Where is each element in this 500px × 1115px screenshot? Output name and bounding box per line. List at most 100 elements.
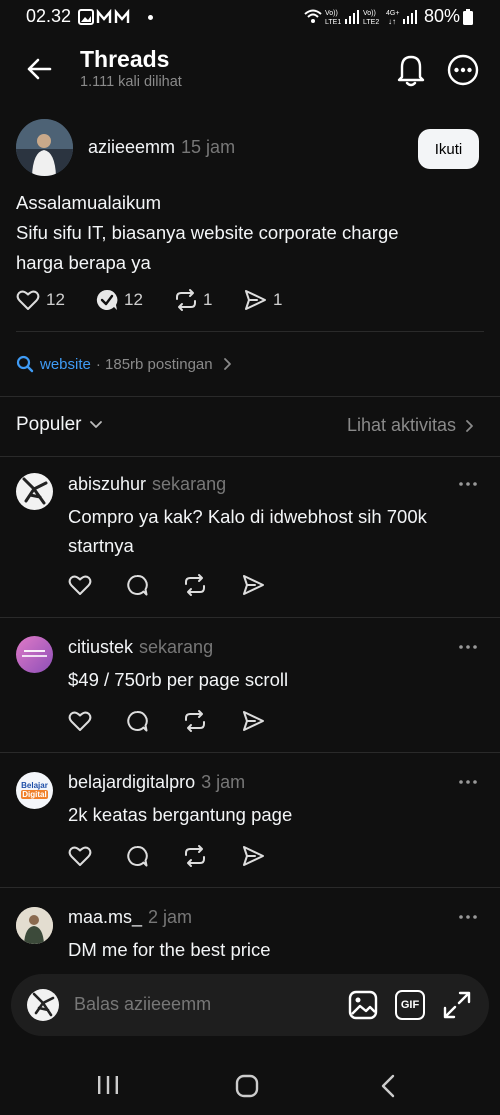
reply-time: sekarang: [152, 474, 227, 494]
reply-more-button[interactable]: [458, 639, 478, 655]
heart-icon[interactable]: [68, 844, 92, 868]
image-icon[interactable]: [348, 990, 378, 1020]
notification-icons: [78, 9, 130, 25]
reply-username[interactable]: belajardigitalpro: [68, 772, 195, 792]
send-icon[interactable]: [241, 709, 265, 733]
repost-button[interactable]: 1: [173, 288, 212, 312]
topic-tag[interactable]: website · 185rb postingan: [16, 355, 236, 373]
reply-body: Compro ya kak? Kalo di idwebhost sih 700…: [68, 502, 468, 560]
reply-avatar[interactable]: [16, 473, 53, 510]
avatar-photo: [16, 119, 73, 176]
view-activity-link[interactable]: Lihat aktivitas: [347, 415, 478, 436]
post-line: Sifu sifu IT, biasanya website corporate…: [16, 222, 399, 243]
divider: [16, 331, 484, 332]
send-icon[interactable]: [241, 573, 265, 597]
post-body: Assalamualaikum Sifu sifu IT, biasanya w…: [16, 188, 399, 278]
back-button[interactable]: [24, 54, 54, 84]
send-icon[interactable]: [241, 844, 265, 868]
reply-line: 2k keatas bergantung page: [68, 804, 293, 825]
repost-icon: [176, 289, 196, 311]
reply-actions: [68, 573, 265, 597]
composer-avatar: [27, 989, 59, 1021]
comment-icon[interactable]: [125, 844, 149, 868]
svg-text:LTE1: LTE1: [325, 19, 341, 26]
reply-body: DM me for the best price: [68, 935, 468, 964]
signal-icons: Vo)) LTE1 Vo)) LTE2 4G+ ↓↑: [304, 9, 417, 26]
post-author-avatar[interactable]: [16, 119, 73, 176]
repost-icon[interactable]: [182, 844, 208, 868]
post-time: 15 jam: [181, 137, 236, 157]
more-circle-icon: [447, 54, 479, 86]
reply-time: 3 jam: [201, 772, 246, 792]
notifications-button[interactable]: [394, 52, 428, 88]
reply-more-button[interactable]: [458, 476, 478, 492]
reply-username[interactable]: abiszuhur: [68, 474, 146, 494]
follow-button[interactable]: Ikuti: [418, 129, 479, 169]
reply-actions: [68, 709, 265, 733]
reply-more-button[interactable]: [458, 909, 478, 925]
arrow-left-icon: [27, 58, 52, 80]
view-activity-label: Lihat aktivitas: [346, 415, 456, 435]
comment-icon[interactable]: [125, 573, 149, 597]
recent-apps-icon[interactable]: [96, 1074, 120, 1096]
repost-icon[interactable]: [182, 573, 208, 597]
battery-icon: [463, 9, 473, 25]
reply-time: 2 jam: [148, 907, 193, 927]
more-horizontal-icon: [459, 915, 477, 919]
reply-avatar[interactable]: Belajar Digital: [16, 772, 53, 809]
reply-composer[interactable]: Balas aziieeemm GIF: [11, 974, 489, 1036]
home-icon[interactable]: [235, 1074, 259, 1098]
avatar-logo: Belajar Digital: [21, 781, 48, 799]
heart-icon[interactable]: [68, 709, 92, 733]
more-horizontal-icon: [459, 482, 477, 486]
reply-bubble-icon: [96, 289, 118, 310]
like-count: 12: [46, 290, 65, 309]
expand-icon[interactable]: [442, 990, 472, 1020]
reply-avatar[interactable]: [16, 907, 53, 944]
repost-count: 1: [203, 290, 213, 309]
reply-more-button[interactable]: [458, 774, 478, 790]
reply-body: 2k keatas bergantung page: [68, 800, 468, 829]
view-count: 1.111 kali dilihat: [80, 74, 182, 90]
avatar-logo: [22, 477, 48, 505]
like-button[interactable]: 12: [16, 288, 65, 312]
status-bar: 02.32 Vo)) LTE1 Vo)) LTE2 4G+ ↓↑ 80%: [0, 0, 500, 34]
reply-body: $49 / 750rb per page scroll: [68, 665, 468, 694]
svg-text:4G+: 4G+: [386, 10, 399, 17]
search-icon: [16, 355, 34, 373]
svg-text:Vo)): Vo)): [363, 10, 376, 17]
divider: [0, 396, 500, 397]
reply-username[interactable]: maa.ms_: [68, 907, 142, 927]
svg-text:↓↑: ↓↑: [388, 17, 396, 26]
comment-icon[interactable]: [125, 709, 149, 733]
status-dot: [148, 15, 153, 20]
repost-icon[interactable]: [182, 709, 208, 733]
battery-level: 80%: [423, 6, 460, 26]
back-nav-icon[interactable]: [379, 1073, 397, 1099]
chevron-right-icon: [223, 358, 231, 370]
reply-avatar[interactable]: [16, 636, 53, 673]
svg-text:Vo)): Vo)): [325, 10, 338, 17]
post-line: harga berapa ya: [16, 252, 151, 273]
sort-dropdown[interactable]: Populer: [16, 414, 104, 436]
divider: [0, 617, 500, 618]
reply-username[interactable]: citiustek: [68, 637, 133, 657]
reply-line: DM me for the best price: [68, 939, 271, 960]
reply-button[interactable]: 12: [95, 288, 143, 312]
reply-input[interactable]: Balas aziieeemm: [74, 994, 211, 1015]
divider: [0, 752, 500, 753]
reply-header: abiszuhur sekarang: [68, 474, 226, 495]
post-author-username[interactable]: aziieeemm: [88, 137, 175, 157]
gif-button[interactable]: GIF: [395, 990, 425, 1020]
reply-header: belajardigitalpro 3 jam: [68, 772, 245, 793]
heart-icon[interactable]: [68, 573, 92, 597]
more-options-button[interactable]: [447, 54, 479, 86]
divider: [0, 887, 500, 888]
more-horizontal-icon: [459, 780, 477, 784]
system-nav-bar: [0, 1052, 500, 1115]
share-button[interactable]: 1: [243, 288, 282, 312]
topic-post-count: · 185rb postingan: [95, 355, 213, 373]
reply-time: sekarang: [139, 637, 214, 657]
send-icon: [245, 290, 266, 310]
page-title: Threads: [80, 46, 170, 72]
